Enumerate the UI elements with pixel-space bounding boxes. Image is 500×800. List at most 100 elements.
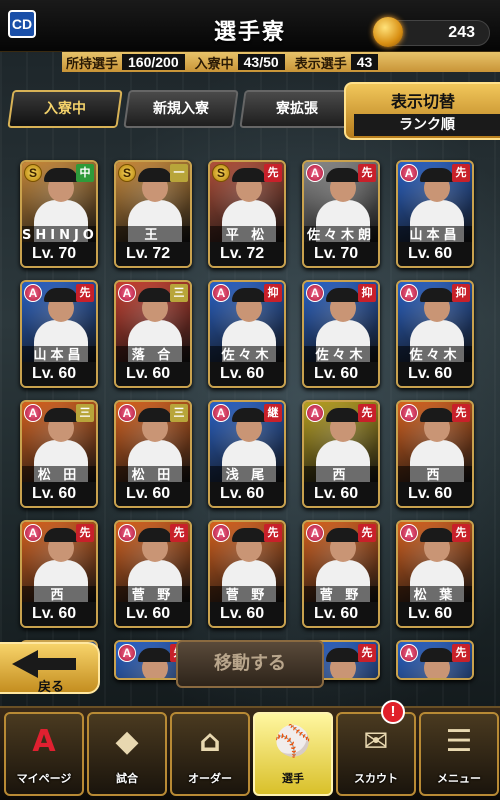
rank-badge: A bbox=[212, 284, 230, 302]
player-level: Lv. 70 bbox=[304, 242, 378, 266]
player-cap bbox=[326, 408, 360, 422]
player-level: Lv. 60 bbox=[116, 362, 190, 386]
nav-item[interactable]: ⚾ 選手 bbox=[253, 712, 333, 796]
player-cap bbox=[138, 168, 172, 182]
player-card[interactable]: A先菅 野 Lv. 60 bbox=[208, 520, 286, 628]
player-level: Lv. 70 bbox=[22, 242, 96, 266]
player-card[interactable]: S先平 松 Lv. 72 bbox=[208, 160, 286, 268]
player-cap bbox=[232, 288, 266, 302]
player-card[interactable]: A先菅 野 Lv. 60 bbox=[114, 520, 192, 628]
rank-badge: A bbox=[306, 404, 324, 422]
player-level: Lv. 60 bbox=[304, 362, 378, 386]
player-cap bbox=[138, 528, 172, 542]
rank-badge: A bbox=[306, 284, 324, 302]
player-cap bbox=[138, 288, 172, 302]
player-card[interactable]: A 抑佐々木 Lv. 60 bbox=[208, 280, 286, 388]
dorm-tabs: 入寮中 新規入寮 寮拡張 bbox=[7, 90, 355, 128]
move-button[interactable]: 移動する bbox=[176, 640, 324, 688]
nav-item[interactable]: A マイページ bbox=[4, 712, 84, 796]
header-bar: CD 選手寮 243 bbox=[0, 0, 500, 52]
player-cap bbox=[420, 288, 454, 302]
player-card[interactable]: S 一王 Lv. 72 bbox=[114, 160, 192, 268]
player-card[interactable]: A 抑佐々木 Lv. 60 bbox=[396, 280, 474, 388]
position-badge: 先 bbox=[452, 524, 470, 542]
player-level: Lv. 60 bbox=[22, 362, 96, 386]
player-cap bbox=[232, 408, 266, 422]
player-cap bbox=[44, 288, 78, 302]
position-badge: 先 bbox=[358, 524, 376, 542]
position-badge: 先 bbox=[452, 644, 470, 662]
position-badge: 中 bbox=[76, 164, 94, 182]
player-cap bbox=[44, 408, 78, 422]
coin-icon bbox=[373, 17, 403, 47]
order-icon: ⌂ bbox=[199, 724, 221, 759]
player-level: Lv. 60 bbox=[116, 602, 190, 626]
nav-item[interactable]: ◆ 試合 bbox=[87, 712, 167, 796]
player-card[interactable]: A先 bbox=[396, 640, 474, 680]
player-card[interactable]: A 先山本昌 Lv. 60 bbox=[20, 280, 98, 388]
player-level: Lv. 60 bbox=[398, 602, 472, 626]
player-card[interactable]: A 先西 Lv. 60 bbox=[20, 520, 98, 628]
view-toggle-label: 表示切替 bbox=[390, 92, 455, 111]
player-cap bbox=[44, 528, 78, 542]
player-cap bbox=[326, 648, 360, 662]
player-cap bbox=[420, 168, 454, 182]
nav-item[interactable]: ☰ メニュー bbox=[419, 712, 499, 796]
position-badge: 抑 bbox=[452, 284, 470, 302]
player-level: Lv. 60 bbox=[116, 482, 190, 506]
player-card[interactable]: A三松 田 Lv. 60 bbox=[20, 400, 98, 508]
position-badge: 先 bbox=[452, 164, 470, 182]
player-card[interactable]: A 先山本昌 Lv. 60 bbox=[396, 160, 474, 268]
rank-badge: A bbox=[400, 644, 418, 662]
nav-label: スカウト bbox=[354, 772, 398, 785]
shown-players-value: 43 bbox=[350, 54, 379, 70]
nav-label: オーダー bbox=[188, 772, 232, 785]
tab-new-entry[interactable]: 新規入寮 bbox=[123, 90, 239, 128]
player-cap bbox=[420, 648, 454, 662]
player-cap bbox=[326, 288, 360, 302]
player-card[interactable]: A三松 田 Lv. 60 bbox=[114, 400, 192, 508]
tab-in-dorm[interactable]: 入寮中 bbox=[7, 90, 123, 128]
scout-icon: ✉ bbox=[363, 724, 389, 759]
player-level: Lv. 60 bbox=[210, 482, 284, 506]
view-toggle-button[interactable]: 表示切替 ランク順 bbox=[344, 82, 500, 140]
nav-item[interactable]: ✉ スカウト bbox=[336, 712, 416, 796]
nav-label: 試合 bbox=[116, 772, 138, 785]
player-level: Lv. 60 bbox=[398, 242, 472, 266]
player-card[interactable]: A 抑佐々木 Lv. 60 bbox=[302, 280, 380, 388]
position-badge: 先 bbox=[358, 404, 376, 422]
player-card[interactable]: A三落 合 Lv. 60 bbox=[114, 280, 192, 388]
back-button[interactable]: 戻る bbox=[0, 642, 100, 695]
player-level: Lv. 60 bbox=[304, 602, 378, 626]
player-cap bbox=[138, 408, 172, 422]
player-cap bbox=[138, 648, 172, 662]
player-cap bbox=[420, 528, 454, 542]
tab-in-dorm-label: 入寮中 bbox=[44, 101, 86, 117]
position-badge: 先 bbox=[76, 284, 94, 302]
player-cap bbox=[44, 168, 78, 182]
shown-players-label: 表示選手 bbox=[294, 56, 347, 72]
player-level: Lv. 60 bbox=[304, 482, 378, 506]
player-level: Lv. 60 bbox=[210, 362, 284, 386]
tab-expand-dorm[interactable]: 寮拡張 bbox=[239, 90, 355, 128]
nav-item[interactable]: ⌂ オーダー bbox=[170, 712, 250, 796]
position-badge: 先 bbox=[358, 164, 376, 182]
player-level: Lv. 60 bbox=[398, 482, 472, 506]
rank-badge: A bbox=[306, 524, 324, 542]
player-card[interactable]: A先菅 野 Lv. 60 bbox=[302, 520, 380, 628]
player-card[interactable]: A先松 葉 Lv. 60 bbox=[396, 520, 474, 628]
player-card[interactable]: A継浅 尾 Lv. 60 bbox=[208, 400, 286, 508]
player-card[interactable]: A 先西 Lv. 60 bbox=[396, 400, 474, 508]
rank-badge: A bbox=[212, 524, 230, 542]
rank-badge: A bbox=[400, 284, 418, 302]
player-card[interactable]: A 先西 Lv. 60 bbox=[302, 400, 380, 508]
coin-balance[interactable]: 243 bbox=[373, 17, 490, 47]
rank-badge: A bbox=[400, 524, 418, 542]
player-card[interactable]: A 先佐々木朗 Lv. 70 bbox=[302, 160, 380, 268]
stadium-icon: ◆ bbox=[115, 724, 139, 759]
in-dorm-value: 43/50 bbox=[237, 54, 285, 70]
player-level: Lv. 60 bbox=[22, 602, 96, 626]
rank-badge: A bbox=[118, 524, 136, 542]
rank-badge: A bbox=[24, 284, 42, 302]
player-card[interactable]: S 中 SHINJO Lv. 70 bbox=[20, 160, 98, 268]
